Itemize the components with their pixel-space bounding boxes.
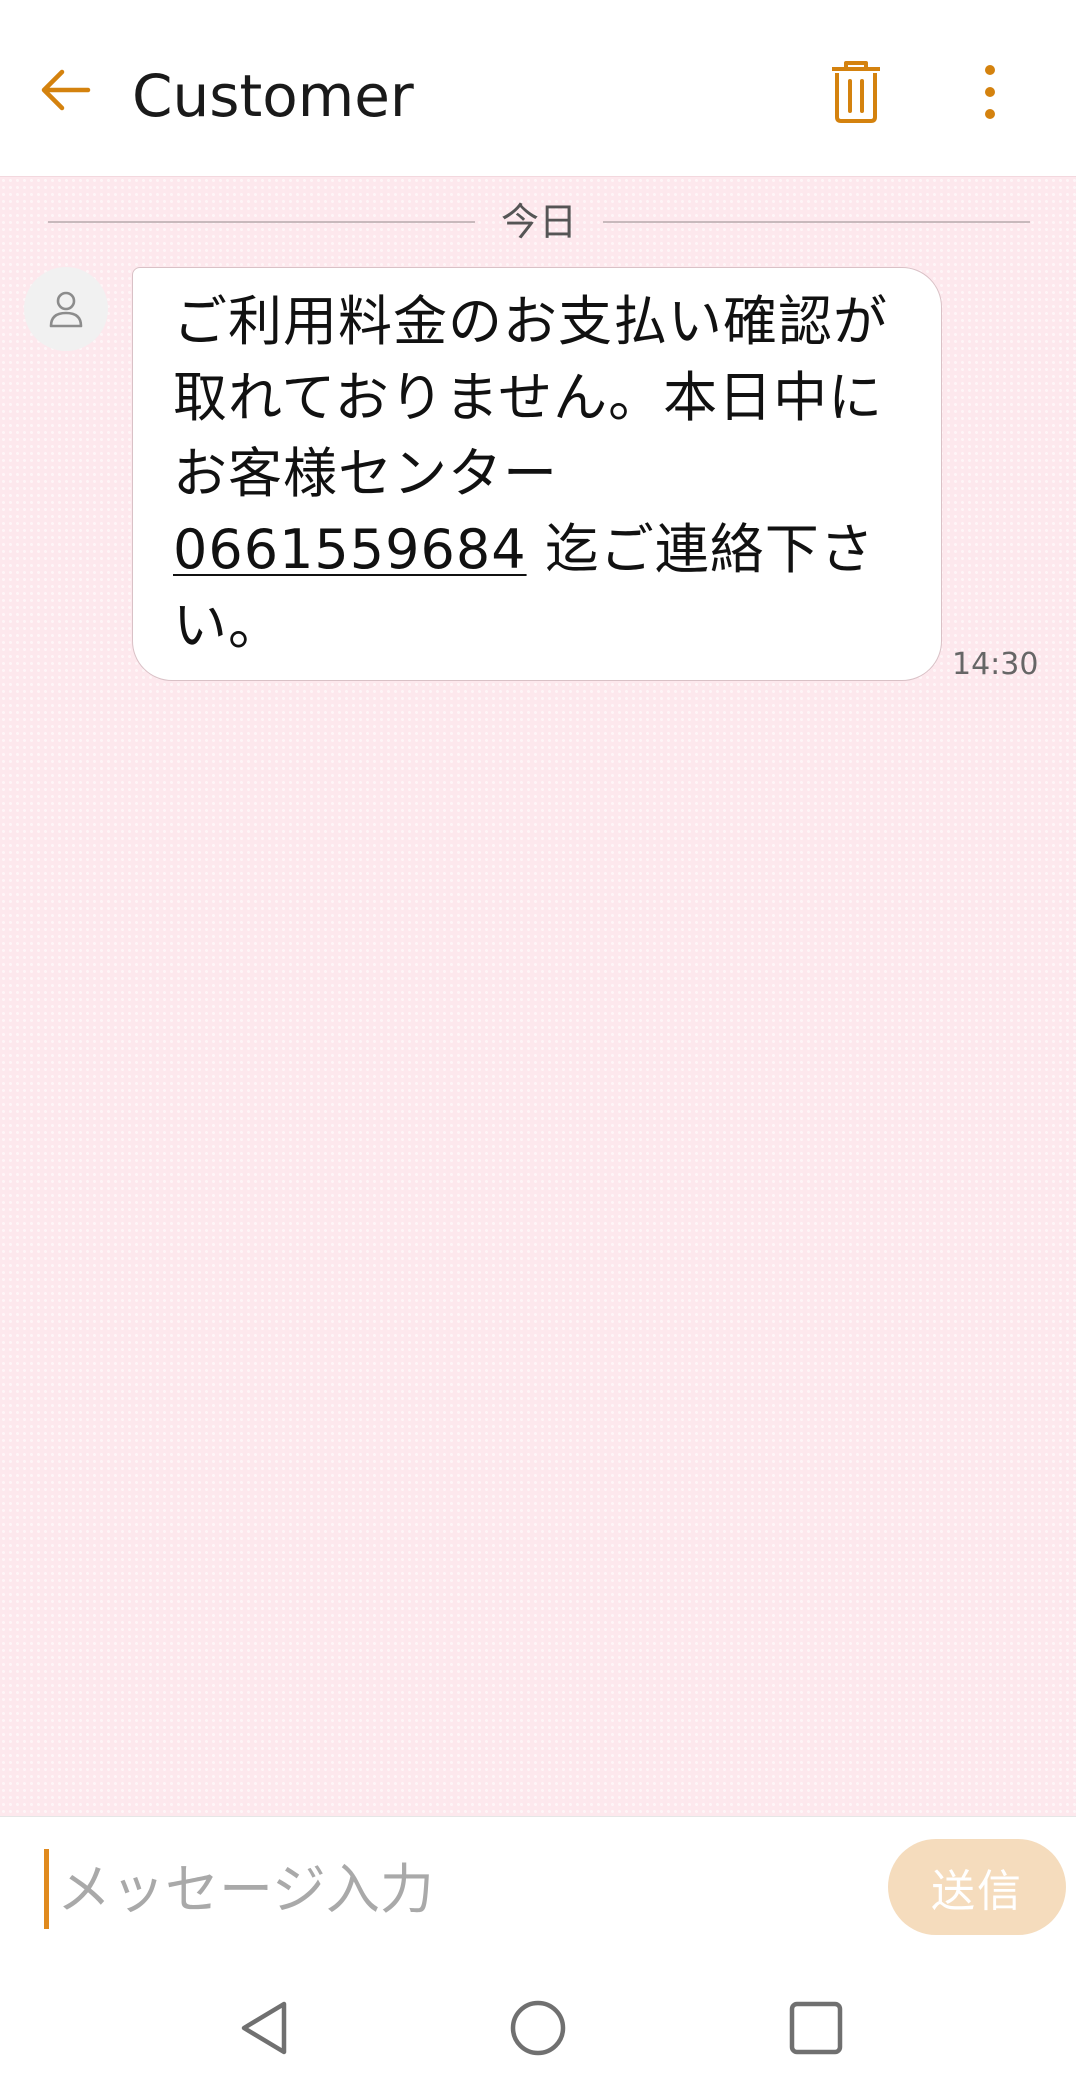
conversation-area[interactable]: 今日 ご利用料金のお支払い確認が取れておりません。本日中にお客様センター 0661… bbox=[0, 176, 1076, 1817]
contact-avatar[interactable] bbox=[24, 267, 108, 351]
delete-button[interactable] bbox=[812, 48, 900, 136]
trash-icon bbox=[832, 61, 880, 123]
divider-line-right bbox=[603, 221, 1031, 223]
date-label: 今日 bbox=[501, 200, 578, 244]
message-timestamp: 14:30 bbox=[952, 647, 1039, 682]
app-bar: Customer bbox=[0, 0, 1076, 176]
person-icon bbox=[49, 291, 83, 328]
square-recents-icon bbox=[789, 2001, 843, 2055]
send-button[interactable]: 送信 bbox=[888, 1839, 1066, 1935]
more-vertical-icon bbox=[985, 65, 995, 119]
circle-home-icon bbox=[510, 2000, 566, 2056]
message-text: ご利用料金のお支払い確認が取れておりません。本日中にお客様センター 0661559… bbox=[173, 284, 901, 664]
nav-back-button[interactable] bbox=[216, 1980, 312, 2076]
back-button[interactable] bbox=[24, 48, 108, 132]
phone-number-link[interactable]: 0661559684 bbox=[173, 518, 527, 581]
more-options-button[interactable] bbox=[948, 48, 1032, 136]
page-title: Customer bbox=[132, 62, 414, 130]
nav-recents-button[interactable] bbox=[768, 1980, 864, 2076]
message-composer: 送信 bbox=[0, 1816, 1076, 1959]
triangle-back-icon bbox=[241, 2001, 287, 2055]
date-divider: 今日 bbox=[48, 199, 1031, 245]
message-bubble[interactable]: ご利用料金のお支払い確認が取れておりません。本日中にお客様センター 0661559… bbox=[132, 267, 942, 681]
arrow-left-icon bbox=[41, 69, 91, 111]
nav-home-button[interactable] bbox=[490, 1980, 586, 2076]
navigation-bar bbox=[0, 1958, 1076, 2097]
divider-line-left bbox=[48, 221, 475, 223]
message-input[interactable] bbox=[44, 1849, 877, 1929]
messaging-screen: Customer 今日 ご利用料金のお支払い確認が取れておりません。本日中にお客… bbox=[0, 0, 1076, 2097]
message-text-before-link: ご利用料金のお支払い確認が取れておりません。本日中にお客様センター bbox=[173, 290, 888, 505]
